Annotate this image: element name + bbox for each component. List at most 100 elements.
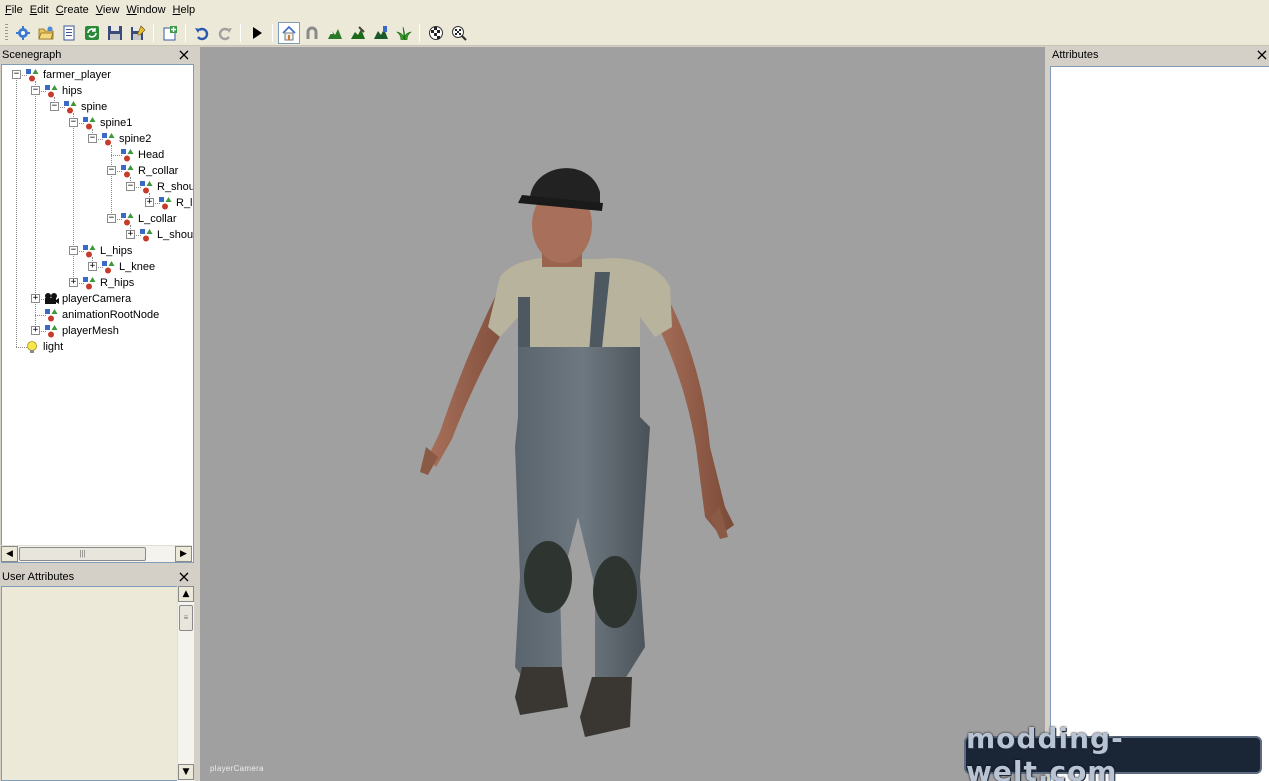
terrain-edit-button[interactable]	[370, 22, 392, 44]
terrain-paint-icon	[350, 25, 365, 39]
checker-zoom-button[interactable]	[448, 22, 470, 44]
expand-icon[interactable]: +	[69, 278, 78, 287]
farmer-character-model	[420, 168, 734, 737]
menu-file[interactable]: File	[2, 0, 27, 20]
transform-node-icon	[25, 68, 39, 82]
foliage-icon	[395, 26, 412, 40]
terrain-button[interactable]	[324, 22, 346, 44]
tree-node-label: hips	[62, 85, 83, 97]
tree-node[interactable]: Head	[120, 147, 164, 163]
user-attributes-vertical-scrollbar[interactable]: ▲ ≡ ▼	[177, 586, 194, 781]
tree-node[interactable]: spine1	[82, 115, 132, 131]
camera-icon	[44, 292, 59, 306]
save-button[interactable]	[104, 22, 126, 44]
tree-node[interactable]: L_hips	[82, 243, 132, 259]
tree-connector-line	[111, 145, 112, 219]
attributes-close-button[interactable]: ×	[1255, 47, 1269, 63]
tree-node[interactable]: light	[25, 339, 63, 355]
tree-node[interactable]: R_hips	[82, 275, 134, 291]
tree-node[interactable]: L_collar	[120, 211, 177, 227]
save-as-button[interactable]	[127, 22, 149, 44]
collapse-icon[interactable]: −	[69, 246, 78, 255]
checker-button[interactable]	[425, 22, 447, 44]
open-folder-icon	[37, 26, 54, 39]
refresh-button[interactable]	[81, 22, 103, 44]
toolbar-separator	[272, 23, 273, 42]
tree-node[interactable]: R_collar	[120, 163, 178, 179]
open-button[interactable]	[35, 22, 57, 44]
menu-help[interactable]: Help	[170, 0, 200, 20]
collapse-icon[interactable]: −	[69, 118, 78, 127]
new-scene-button[interactable]	[12, 22, 34, 44]
tree-connector-line	[73, 113, 74, 283]
tree-node[interactable]: spine	[63, 99, 107, 115]
expand-icon[interactable]: +	[31, 294, 40, 303]
terrain-paint-button[interactable]	[347, 22, 369, 44]
tree-node[interactable]: L_knee	[101, 259, 155, 275]
collapse-icon[interactable]: −	[107, 214, 116, 223]
collapse-icon[interactable]: −	[31, 86, 40, 95]
new-scene-icon	[15, 25, 30, 40]
scroll-left-arrow-icon[interactable]: ◀	[1, 546, 18, 562]
menu-mnemonic: F	[5, 4, 12, 16]
3d-viewport[interactable]: playerCamera	[200, 47, 1045, 781]
play-button[interactable]	[246, 22, 268, 44]
save-as-icon	[130, 24, 145, 40]
home-icon	[281, 25, 296, 40]
tree-node[interactable]: R_shou	[139, 179, 193, 195]
checker-zoom-icon	[451, 25, 467, 41]
menu-mnemonic: W	[126, 4, 137, 16]
toolbar-grip[interactable]	[5, 23, 8, 42]
tree-node[interactable]: animationRootNode	[44, 307, 159, 323]
menu-window[interactable]: Window	[123, 0, 169, 20]
home-button[interactable]	[277, 21, 300, 44]
scenegraph-close-button[interactable]: ×	[177, 47, 191, 63]
menu-mnemonic: V	[95, 4, 103, 16]
tree-node[interactable]: R_l	[158, 195, 193, 211]
menu-label-rest: ile	[11, 4, 23, 16]
tree-node-label: Head	[138, 149, 165, 161]
magnet-button[interactable]	[301, 22, 323, 44]
collapse-icon[interactable]: −	[107, 166, 116, 175]
collapse-icon[interactable]: −	[50, 102, 59, 111]
menu-mnemonic: C	[55, 4, 64, 16]
horizontal-scroll-thumb[interactable]: |||	[19, 547, 146, 561]
import-button[interactable]	[159, 22, 181, 44]
transform-node-icon	[158, 196, 172, 210]
tree-node[interactable]: spine2	[101, 131, 151, 147]
transform-node-icon	[82, 244, 96, 258]
scroll-right-arrow-icon[interactable]: ▶	[175, 546, 192, 562]
attributes-panel	[1050, 66, 1269, 781]
tree-node-label: spine1	[100, 117, 133, 129]
magnet-icon	[306, 26, 317, 39]
tree-node[interactable]: playerCamera	[44, 291, 131, 307]
scenegraph-horizontal-scrollbar[interactable]: ◀ ||| ▶	[1, 545, 192, 562]
tree-node-label: L_collar	[138, 213, 177, 225]
tree-node[interactable]: farmer_player	[25, 67, 111, 83]
tree-node-label: playerMesh	[62, 325, 119, 337]
menu-create[interactable]: Create	[53, 0, 93, 20]
user-attributes-close-button[interactable]: ×	[177, 569, 191, 585]
collapse-icon[interactable]: −	[12, 70, 21, 79]
transform-node-icon	[139, 228, 153, 242]
undo-button[interactable]	[191, 22, 213, 44]
vertical-scroll-thumb[interactable]: ≡	[179, 605, 193, 631]
expand-icon[interactable]: +	[31, 326, 40, 335]
scroll-down-arrow-icon[interactable]: ▼	[178, 764, 194, 780]
collapse-icon[interactable]: −	[126, 182, 135, 191]
menu-edit[interactable]: Edit	[27, 0, 53, 20]
tree-node[interactable]: L_shou	[139, 227, 193, 243]
menu-view[interactable]: View	[93, 0, 124, 20]
tree-node[interactable]: hips	[44, 83, 82, 99]
document-list-button[interactable]	[58, 22, 80, 44]
redo-button[interactable]	[214, 22, 236, 44]
expand-icon[interactable]: +	[145, 198, 154, 207]
expand-icon[interactable]: +	[126, 230, 135, 239]
scroll-up-arrow-icon[interactable]: ▲	[178, 586, 194, 602]
tree-node[interactable]: playerMesh	[44, 323, 119, 339]
menu-label-rest: dit	[37, 4, 49, 16]
collapse-icon[interactable]: −	[88, 134, 97, 143]
foliage-button[interactable]	[393, 22, 415, 44]
transform-node-icon	[44, 324, 58, 338]
expand-icon[interactable]: +	[88, 262, 97, 271]
